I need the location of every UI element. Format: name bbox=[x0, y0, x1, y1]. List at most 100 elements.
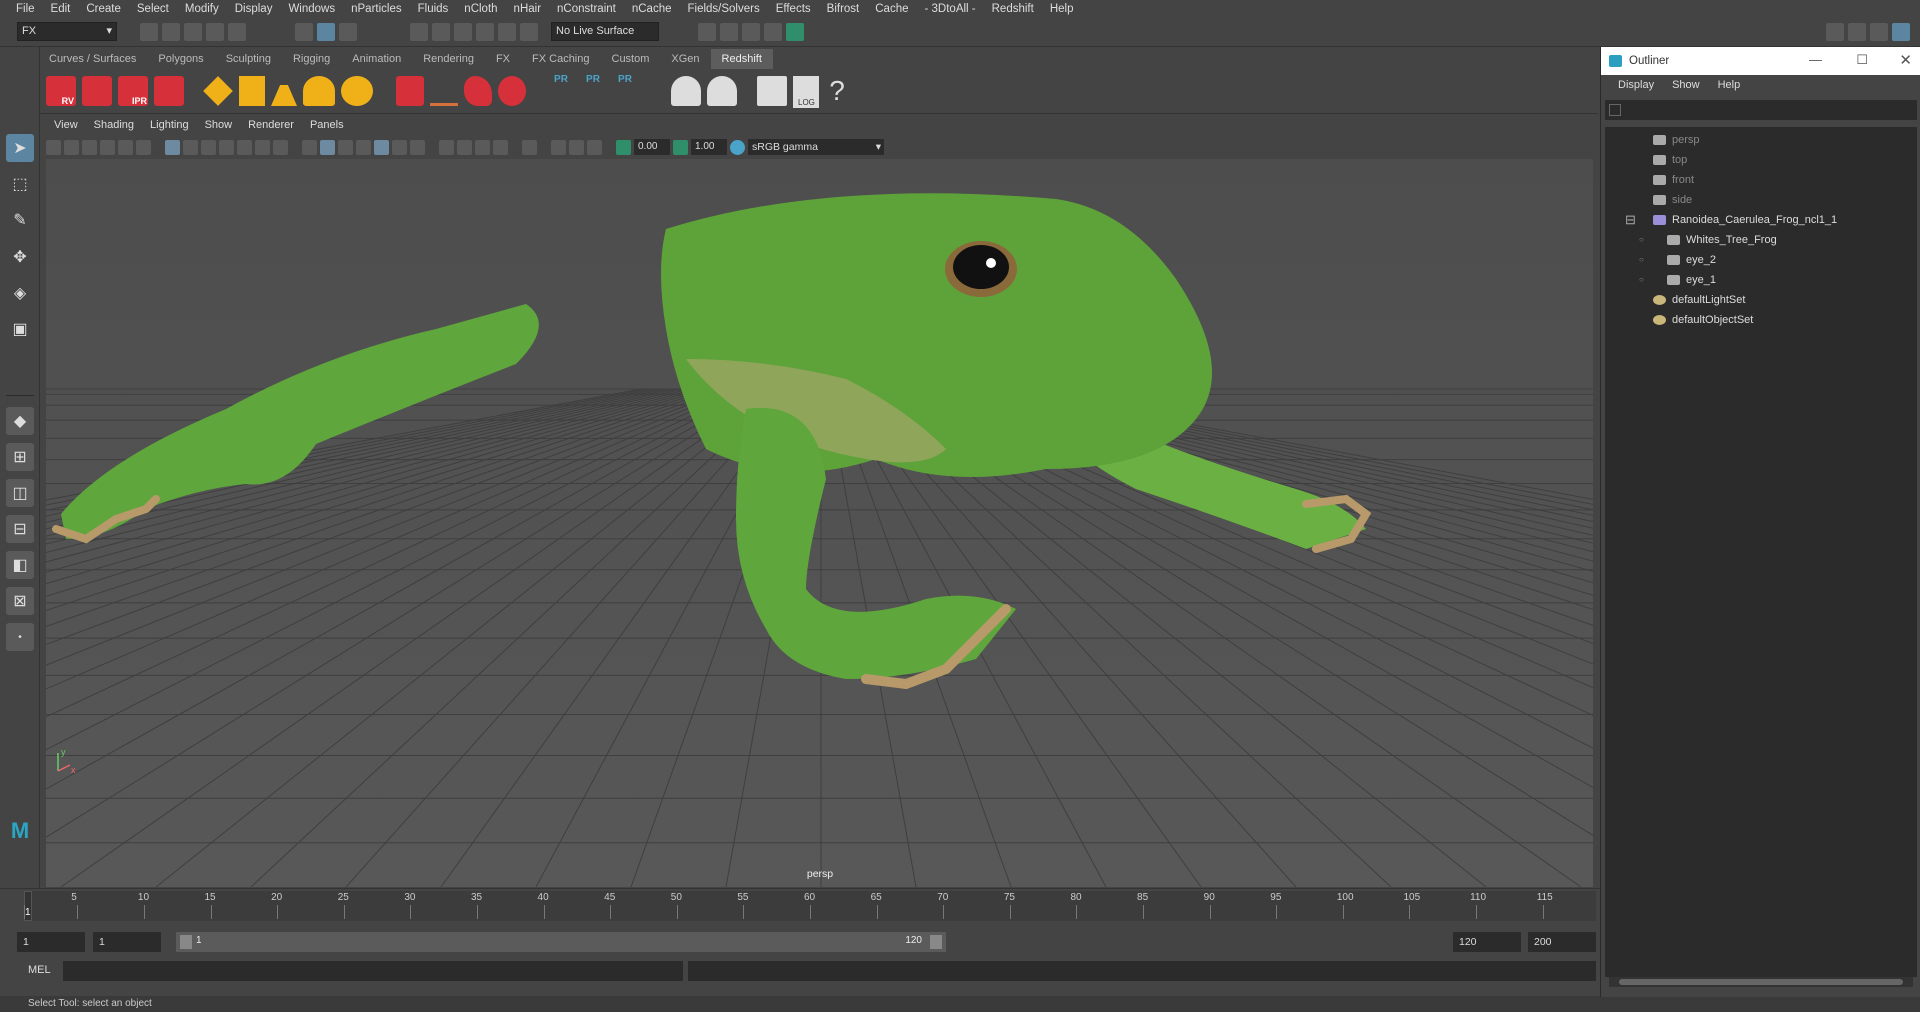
pr-convert-button[interactable]: PR bbox=[612, 74, 638, 108]
maximize-icon[interactable]: ☐ bbox=[1856, 52, 1868, 68]
playback-end-field[interactable]: 120 bbox=[1453, 932, 1521, 952]
select-hierarchy-icon[interactable] bbox=[295, 23, 313, 41]
shelf-tab-redshift[interactable]: Redshift bbox=[710, 49, 773, 69]
rs-spot-light-icon[interactable] bbox=[271, 76, 297, 106]
shelf-tab-sculpting[interactable]: Sculpting bbox=[215, 49, 282, 69]
channel-box-icon[interactable] bbox=[1892, 23, 1910, 41]
hypershade-icon[interactable] bbox=[786, 23, 804, 41]
render-settings-icon[interactable] bbox=[764, 23, 782, 41]
scale-tool-icon[interactable]: ▣ bbox=[6, 315, 34, 343]
collapse-icon[interactable]: ⊟ bbox=[1625, 210, 1636, 230]
side-by-side-layout-icon[interactable]: ◫ bbox=[6, 479, 34, 507]
colorspace-dropdown[interactable]: sRGB gamma ▾ bbox=[748, 139, 884, 155]
undo-icon[interactable] bbox=[206, 23, 224, 41]
shadows-icon[interactable] bbox=[410, 139, 425, 155]
outliner-item[interactable]: front bbox=[1653, 170, 1694, 190]
shelf-tab-fx-caching[interactable]: FX Caching bbox=[521, 49, 600, 69]
tool-settings-icon[interactable] bbox=[1870, 23, 1888, 41]
move-tool-icon[interactable]: ✥ bbox=[6, 243, 34, 271]
close-icon[interactable]: ✕ bbox=[1899, 51, 1912, 69]
rs-render-farm-icon[interactable] bbox=[671, 76, 701, 106]
modeling-toolkit-icon[interactable] bbox=[1826, 23, 1844, 41]
smooth-shade-icon[interactable] bbox=[320, 139, 335, 155]
filter-icon[interactable] bbox=[1609, 104, 1621, 116]
time-slider[interactable]: 1 5 10 15 20 25 30 35 40 45 50 55 60 65 70 75 80 85 90 95 1… bbox=[0, 888, 1600, 922]
safe-action-icon[interactable] bbox=[255, 139, 270, 155]
rs-batch-icon[interactable] bbox=[707, 76, 737, 106]
shelf-tab-rendering[interactable]: Rendering bbox=[412, 49, 485, 69]
outliner-menu-display[interactable]: Display bbox=[1609, 79, 1663, 91]
menu-effects[interactable]: Effects bbox=[768, 3, 819, 15]
menu-modify[interactable]: Modify bbox=[177, 3, 227, 15]
outliner-item[interactable]: persp bbox=[1653, 130, 1700, 150]
outliner-item[interactable]: defaultObjectSet bbox=[1653, 310, 1753, 330]
render-view-icon[interactable] bbox=[698, 23, 716, 41]
menu-nhair[interactable]: nHair bbox=[506, 3, 549, 15]
menu-help[interactable]: Help bbox=[1042, 3, 1082, 15]
open-scene-icon[interactable] bbox=[162, 23, 180, 41]
xray-joints-icon[interactable] bbox=[569, 139, 584, 155]
resolution-gate-icon[interactable] bbox=[201, 139, 216, 155]
rs-portal-light-icon[interactable] bbox=[239, 76, 265, 106]
menu-fluids[interactable]: Fluids bbox=[410, 3, 457, 15]
attribute-editor-icon[interactable] bbox=[1848, 23, 1866, 41]
viewport-menu-show[interactable]: Show bbox=[197, 119, 241, 135]
menu-ncache[interactable]: nCache bbox=[624, 3, 680, 15]
outliner-item[interactable]: top bbox=[1653, 150, 1687, 170]
snap-grid-icon[interactable] bbox=[410, 23, 428, 41]
rs-area-light-icon[interactable] bbox=[203, 76, 233, 106]
anti-aliasing-icon[interactable] bbox=[475, 139, 490, 155]
outliner-h-scrollbar[interactable] bbox=[1609, 977, 1913, 987]
select-tool-icon[interactable]: ➤ bbox=[6, 134, 34, 162]
viewport-menu-renderer[interactable]: Renderer bbox=[240, 119, 302, 135]
menu--3dtoall-[interactable]: - 3DtoAll - bbox=[917, 3, 984, 15]
shelf-tab-custom[interactable]: Custom bbox=[601, 49, 661, 69]
rs-log-icon[interactable]: LOG bbox=[793, 76, 819, 108]
menu-bifrost[interactable]: Bifrost bbox=[819, 3, 868, 15]
ipr-render-icon[interactable] bbox=[742, 23, 760, 41]
single-pane-layout-icon[interactable]: ◆ bbox=[6, 407, 34, 435]
rs-render-options-button[interactable] bbox=[154, 76, 184, 106]
menu-ncloth[interactable]: nCloth bbox=[456, 3, 505, 15]
shelf-tab-rigging[interactable]: Rigging bbox=[282, 49, 341, 69]
gamma-field[interactable]: 1.00 bbox=[691, 139, 727, 155]
menu-fields-solvers[interactable]: Fields/Solvers bbox=[679, 3, 767, 15]
menu-nparticles[interactable]: nParticles bbox=[343, 3, 410, 15]
shelf-tab-animation[interactable]: Animation bbox=[341, 49, 412, 69]
lights-icon[interactable] bbox=[392, 139, 407, 155]
paint-select-icon[interactable]: ✎ bbox=[6, 206, 34, 234]
snap-pivot-icon[interactable] bbox=[520, 23, 538, 41]
outliner-search-field[interactable] bbox=[1605, 100, 1917, 120]
redo-icon[interactable] bbox=[228, 23, 246, 41]
field-chart-icon[interactable] bbox=[237, 139, 252, 155]
isolate-select-icon[interactable] bbox=[522, 139, 537, 155]
camera-select-icon[interactable] bbox=[46, 139, 61, 155]
perspective-viewport[interactable]: y x persp bbox=[46, 159, 1593, 887]
visibility-dot-icon[interactable]: ○ bbox=[1639, 250, 1644, 270]
snap-point-icon[interactable] bbox=[454, 23, 472, 41]
menu-select[interactable]: Select bbox=[129, 3, 177, 15]
new-scene-icon[interactable] bbox=[140, 23, 158, 41]
menu-create[interactable]: Create bbox=[78, 3, 129, 15]
shelf-tab-curves-surfaces[interactable]: Curves / Surfaces bbox=[38, 49, 147, 69]
select-object-icon[interactable] bbox=[317, 23, 335, 41]
shelf-tab-fx[interactable]: FX bbox=[485, 49, 521, 69]
ambient-occlusion-icon[interactable] bbox=[439, 139, 454, 155]
outliner-item[interactable]: ○ eye_2 bbox=[1639, 250, 1716, 270]
viewport-menu-lighting[interactable]: Lighting bbox=[142, 119, 197, 135]
rs-proxy-icon[interactable] bbox=[464, 76, 492, 106]
rs-volume-icon[interactable] bbox=[396, 76, 424, 106]
four-pane-layout-icon[interactable]: ⊞ bbox=[6, 443, 34, 471]
exposure-field[interactable]: 0.00 bbox=[634, 139, 670, 155]
shelf-tab-polygons[interactable]: Polygons bbox=[147, 49, 214, 69]
scrollbar-thumb[interactable] bbox=[1619, 979, 1903, 985]
snap-surface-icon[interactable] bbox=[498, 23, 516, 41]
save-scene-icon[interactable] bbox=[184, 23, 202, 41]
rs-render-button[interactable] bbox=[82, 76, 112, 106]
visibility-dot-icon[interactable]: ○ bbox=[1639, 230, 1644, 250]
outliner-item[interactable]: ○ eye_1 bbox=[1639, 270, 1716, 290]
viewport-menu-shading[interactable]: Shading bbox=[86, 119, 142, 135]
menu-redshift[interactable]: Redshift bbox=[984, 3, 1042, 15]
rotate-tool-icon[interactable]: ◈ bbox=[6, 279, 34, 307]
range-start-handle[interactable] bbox=[180, 935, 192, 949]
